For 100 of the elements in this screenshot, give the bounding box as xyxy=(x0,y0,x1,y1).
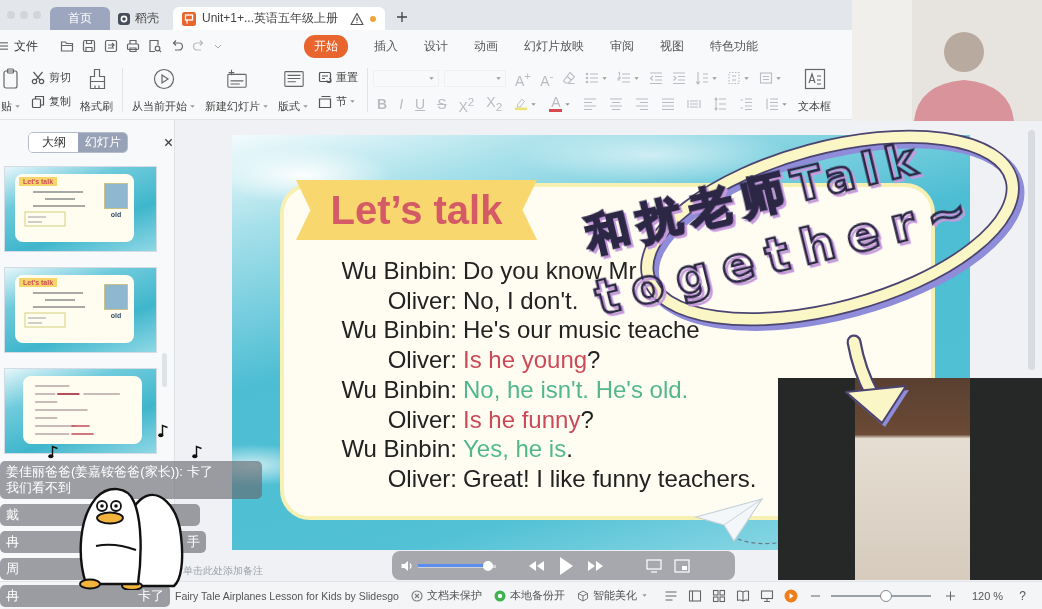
layout-button[interactable]: 版式 xyxy=(278,68,309,114)
reset-button[interactable]: 重置 xyxy=(318,68,358,87)
indent-icon[interactable] xyxy=(672,71,687,85)
cut-button[interactable]: 剪切 xyxy=(31,68,71,87)
font-size-field[interactable] xyxy=(444,69,506,87)
circle-x-icon xyxy=(410,589,423,602)
paste-button[interactable]: 贴 xyxy=(0,68,22,114)
copy-icon xyxy=(31,94,45,109)
new-slide-button[interactable]: 新建幻灯片 xyxy=(205,68,269,114)
music-note-icon xyxy=(158,424,168,438)
panel-tab[interactable]: 大纲 xyxy=(29,133,78,152)
menu-tab[interactable]: 审阅 xyxy=(610,35,634,57)
align-left-icon[interactable] xyxy=(583,97,598,111)
speaker-icon[interactable] xyxy=(400,558,414,573)
dialogue-text: He's our music teache xyxy=(463,315,700,346)
redo-icon[interactable] xyxy=(192,39,206,53)
align-right-icon[interactable] xyxy=(635,97,650,111)
undo-icon[interactable] xyxy=(170,39,184,53)
portrait-placeholder xyxy=(104,284,128,310)
panel-scrollbar[interactable] xyxy=(162,353,167,387)
dialogue-text: No, he isn't. He's old. xyxy=(463,374,689,405)
normal-view-icon[interactable] xyxy=(687,588,702,603)
menu-tab[interactable]: 幻灯片放映 xyxy=(524,35,584,57)
presenter-icon[interactable] xyxy=(759,588,774,603)
music-note-icon xyxy=(192,445,202,459)
backup-button[interactable]: 本地备份开 xyxy=(493,588,565,603)
text-box-button[interactable]: 文本框 xyxy=(798,68,832,114)
speaker-label: Oliver: xyxy=(387,463,457,494)
grid-view-icon[interactable] xyxy=(711,588,726,603)
help-button[interactable]: ? xyxy=(1019,588,1026,603)
list-icon[interactable] xyxy=(765,97,780,111)
distribute-icon[interactable] xyxy=(687,97,702,111)
volume-slider-thumb[interactable] xyxy=(483,560,494,571)
caret-icon[interactable] xyxy=(775,74,783,82)
chat-message: 冉 xyxy=(6,588,19,604)
caret-icon xyxy=(640,592,648,599)
dialogue-text: Yes, he is. xyxy=(463,434,573,464)
speaker-label: Wu Binbin: xyxy=(341,374,457,405)
caret-icon[interactable] xyxy=(495,74,502,82)
beautify-button[interactable]: 智能美化 xyxy=(576,588,648,603)
menu-tab[interactable]: 动画 xyxy=(474,35,498,57)
caret-icon[interactable] xyxy=(530,100,538,108)
box-lines-icon[interactable] xyxy=(759,71,774,85)
notes-icon[interactable] xyxy=(663,588,678,603)
menu-tab[interactable]: 插入 xyxy=(374,35,398,57)
chat-message: 卡了 xyxy=(138,588,164,604)
floppy-disk-icon[interactable] xyxy=(82,39,96,53)
magnifier-page-icon[interactable] xyxy=(148,39,162,53)
zoom-slider-thumb[interactable] xyxy=(879,589,892,602)
plus-icon[interactable] xyxy=(944,588,956,603)
highlighter-icon[interactable] xyxy=(514,97,529,111)
monitor-icon[interactable] xyxy=(646,558,662,573)
template-name: Fairy Tale Airplanes Lesson for Kids by Slidesgo xyxy=(175,589,399,602)
paragraph-spacing-icon[interactable] xyxy=(739,97,754,111)
caret-icon[interactable] xyxy=(428,74,435,82)
text-box-icon xyxy=(804,68,826,90)
layout-icon xyxy=(282,68,305,90)
bullet-list-icon[interactable] xyxy=(585,71,600,85)
caret-icon[interactable] xyxy=(601,74,609,82)
caret-icon[interactable] xyxy=(743,74,751,82)
book-icon[interactable] xyxy=(735,588,750,603)
section-button[interactable]: 节 xyxy=(318,92,358,111)
portrait-placeholder xyxy=(104,183,128,209)
window-tab[interactable]: 稻壳 xyxy=(110,7,171,30)
outdent-icon[interactable] xyxy=(649,71,664,85)
scissors-icon xyxy=(31,70,45,85)
line-spacing-icon[interactable] xyxy=(713,97,728,111)
play-icon[interactable] xyxy=(558,555,574,576)
caret-icon[interactable] xyxy=(564,100,572,108)
caret-icon[interactable] xyxy=(633,74,641,82)
eraser-icon[interactable] xyxy=(562,71,577,85)
play-circle-icon[interactable] xyxy=(783,588,798,603)
document-tab[interactable]: Unit+1+...英语五年级上册 xyxy=(173,7,385,30)
arrow-lines-icon[interactable] xyxy=(695,71,710,85)
plus-icon[interactable] xyxy=(397,12,407,22)
folder-icon[interactable] xyxy=(60,39,74,53)
file-menu[interactable]: 文件 xyxy=(14,37,38,55)
caret-icon[interactable] xyxy=(214,42,222,50)
format-painter-button[interactable]: 格式刷 xyxy=(80,68,113,114)
menu-icon[interactable] xyxy=(0,41,8,51)
slide-thumbnail[interactable] xyxy=(4,368,157,454)
numbered-list-icon[interactable] xyxy=(617,71,632,85)
font-name-field[interactable] xyxy=(373,69,439,87)
speaker-label: Wu Binbin: xyxy=(341,315,457,346)
menu-tab[interactable]: 设计 xyxy=(424,35,448,57)
dotted-box-icon[interactable] xyxy=(727,71,742,85)
copy-button[interactable]: 复制 xyxy=(31,92,71,111)
speaker-label: Wu Binbin: xyxy=(341,434,457,464)
zoom-reading: 120 % xyxy=(971,589,1004,602)
menu-tab[interactable]: 视图 xyxy=(660,35,684,57)
printer-icon[interactable] xyxy=(126,39,140,53)
picture-in-picture-icon[interactable] xyxy=(674,558,690,573)
caret-icon[interactable] xyxy=(781,100,789,108)
align-center-icon[interactable] xyxy=(609,97,624,111)
menu-tab[interactable]: 特色功能 xyxy=(710,35,758,57)
play-from-current-button[interactable]: 从当前开始 xyxy=(132,68,196,114)
caret-icon[interactable] xyxy=(711,74,719,82)
protection-button[interactable]: 文档未保护 xyxy=(410,588,482,603)
close-icon[interactable] xyxy=(164,138,173,147)
justify-icon[interactable] xyxy=(661,97,676,111)
